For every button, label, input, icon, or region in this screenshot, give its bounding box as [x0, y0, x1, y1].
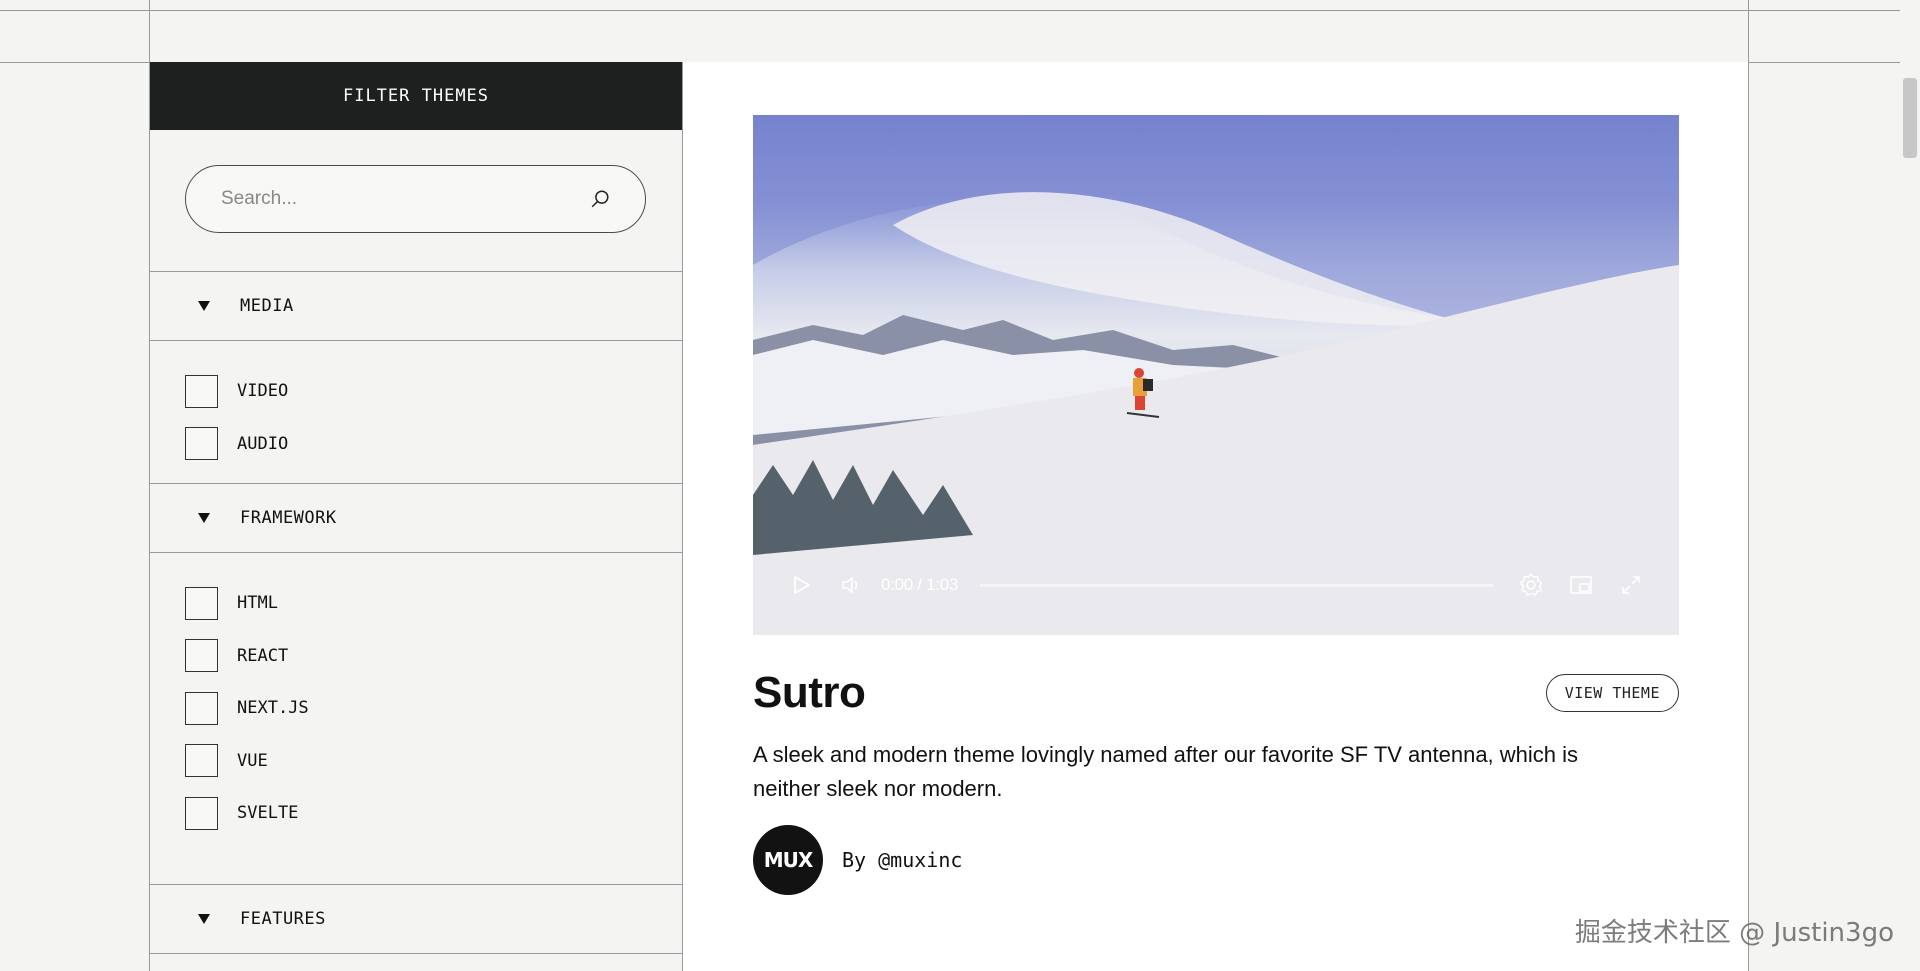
search-input[interactable]	[186, 187, 589, 211]
section-media-toggle[interactable]: MEDIA	[150, 272, 682, 341]
video-player[interactable]: 0:00 / 1:03	[753, 115, 1679, 635]
theme-description: A sleek and modern theme lovingly named …	[753, 742, 1579, 801]
section-label: MEDIA	[240, 296, 294, 316]
author-handle[interactable]: By @muxinc	[842, 848, 962, 872]
video-controls: 0:00 / 1:03	[753, 535, 1679, 635]
watermark-text: 掘金技术社区 @ Justin3go	[1574, 918, 1894, 948]
media-options: VIDEO AUDIO	[150, 341, 682, 484]
checkbox-box[interactable]	[185, 427, 218, 461]
video-time: 0:00 / 1:03	[881, 575, 959, 594]
checkbox-box[interactable]	[185, 744, 218, 778]
filter-themes-header: FILTER THEMES	[150, 62, 682, 130]
caret-down-icon	[198, 914, 210, 924]
settings-icon[interactable]	[1515, 569, 1547, 601]
avatar[interactable]: MUX	[753, 825, 823, 895]
search-box	[185, 165, 646, 233]
option-label: VIDEO	[237, 381, 289, 402]
checkbox-box[interactable]	[185, 796, 218, 830]
option-label: REACT	[237, 645, 289, 666]
option-label: AUDIO	[237, 433, 289, 454]
theme-main: 0:00 / 1:03 Sutro VIEW THEME A sleek and…	[683, 62, 1748, 971]
theme-title-row: Sutro VIEW THEME	[753, 668, 1679, 718]
filter-sidebar: FILTER THEMES MEDIA VIDEO AUDIO FRAMEWOR…	[150, 62, 682, 971]
section-framework-toggle[interactable]: FRAMEWORK	[150, 484, 682, 553]
option-label: HTML	[237, 593, 278, 614]
view-theme-button[interactable]: VIEW THEME	[1545, 674, 1679, 712]
option-label: SVELTE	[237, 803, 299, 824]
checkbox-svelte[interactable]: SVELTE	[150, 787, 682, 840]
section-features-toggle[interactable]: FEATURES	[150, 885, 682, 954]
scrollbar-thumb[interactable]	[1903, 78, 1917, 158]
pip-icon[interactable]	[1565, 569, 1597, 601]
option-label: VUE	[237, 750, 268, 771]
framework-options: HTML REACT NEXT.JS VUE SVELTE	[150, 553, 682, 885]
checkbox-vue[interactable]: VUE	[150, 735, 682, 788]
checkbox-box[interactable]	[185, 586, 218, 620]
play-icon[interactable]	[785, 569, 817, 601]
section-label: FRAMEWORK	[240, 508, 337, 528]
search-section	[150, 130, 682, 272]
top-border-line	[0, 10, 1900, 11]
checkbox-react[interactable]: REACT	[150, 630, 682, 683]
page-scrollbar[interactable]	[1900, 0, 1920, 971]
volume-icon[interactable]	[835, 569, 867, 601]
video-progress-bar[interactable]	[980, 583, 1493, 587]
checkbox-video[interactable]: VIDEO	[150, 365, 682, 418]
checkbox-nextjs[interactable]: NEXT.JS	[150, 682, 682, 735]
checkbox-box[interactable]	[185, 691, 218, 725]
checkbox-box[interactable]	[185, 374, 218, 408]
checkbox-box[interactable]	[185, 639, 218, 673]
option-label: NEXT.JS	[237, 698, 309, 719]
section-label: FEATURES	[240, 909, 326, 929]
search-icon[interactable]	[589, 188, 611, 210]
caret-down-icon	[198, 513, 210, 523]
fullscreen-icon[interactable]	[1615, 569, 1647, 601]
right-frame-line	[1748, 0, 1749, 971]
checkbox-audio[interactable]: AUDIO	[150, 418, 682, 471]
theme-author: MUX By @muxinc	[753, 825, 962, 895]
checkbox-html[interactable]: HTML	[150, 577, 682, 630]
caret-down-icon	[198, 301, 210, 311]
theme-title: Sutro	[753, 668, 866, 717]
